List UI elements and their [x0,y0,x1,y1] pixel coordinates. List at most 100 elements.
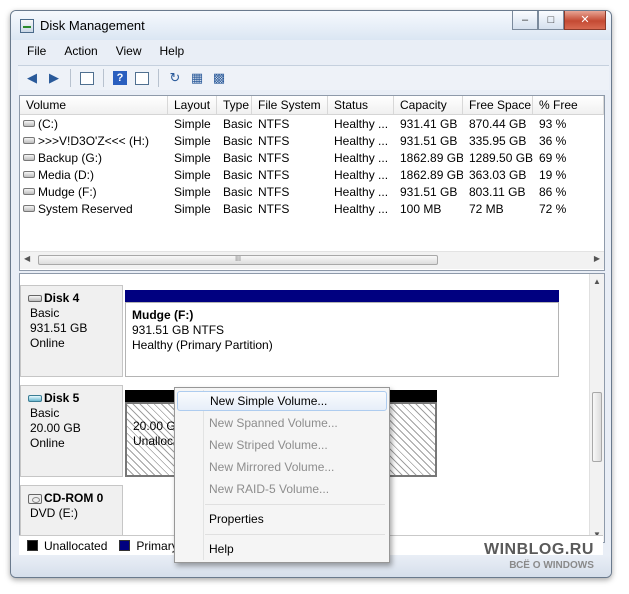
status-cell: Healthy ... [334,133,389,148]
refresh-icon[interactable]: ↻ [166,69,184,87]
disk-name: Disk 4 [44,291,80,305]
percent-free-cell: 36 % [539,133,567,148]
unallocated-swatch [27,540,38,551]
watermark: WINBLOG.RU ВСЁ О WINDOWS [484,542,594,574]
menu-help[interactable]: Help [151,42,194,62]
properties-icon[interactable]: ▦ [188,69,206,87]
menu-item-new-mirrored-volume[interactable]: New Mirrored Volume... [177,457,387,477]
status-cell: Healthy ... [334,167,389,182]
disk-name: CD-ROM 0 [44,491,104,505]
close-button[interactable]: ✕ [564,11,606,30]
menu-item-new-striped-volume[interactable]: New Striped Volume... [177,435,387,455]
percent-free-cell: 72 % [539,201,567,216]
disk-management-icon [20,19,34,33]
toolbar-separator [158,69,159,87]
volume-name: Media (D:) [38,167,95,182]
settings-icon[interactable]: ▩ [210,69,228,87]
type-cell: Basic [223,167,252,182]
menu-item-help[interactable]: Help [177,539,387,559]
disk-size: 931.51 GB [30,321,88,335]
back-icon[interactable]: ◀ [23,69,41,87]
menu-action[interactable]: Action [55,42,106,62]
drive-icon [23,171,35,178]
column-header-capacity[interactable]: Capacity [394,96,463,114]
disk-info-panel[interactable]: Disk 5 Basic 20.00 GB Online [20,385,123,477]
menu-file[interactable]: File [18,42,55,62]
layout-cell: Simple [174,150,211,165]
layout-cell: Simple [174,133,211,148]
capacity-cell: 1862.89 GB [400,167,463,182]
file-system-cell: NTFS [258,167,290,182]
toolbar: ◀ ▶ ? ↻ ▦ ▩ [18,65,609,90]
layout-cell: Simple [174,184,211,199]
free-space-cell: 363.03 GB [469,167,527,182]
volume-name: (C:) [38,116,58,131]
vertical-scroll-thumb[interactable] [592,392,602,462]
column-header-percent-free[interactable]: % Free [533,96,604,114]
column-header-file-system[interactable]: File System [252,96,328,114]
help-icon[interactable]: ? [111,69,129,87]
properties-pane-icon[interactable] [133,69,151,87]
type-cell: Basic [223,116,252,131]
table-row[interactable]: (C:) Simple Basic NTFS Healthy ... 931.4… [20,115,604,132]
percent-free-cell: 69 % [539,150,567,165]
disk-drive: DVD (E:) [30,506,78,520]
toolbar-separator [103,69,104,87]
table-row[interactable]: >>>V!D3O'Z<<< (H:) Simple Basic NTFS Hea… [20,132,604,149]
percent-free-cell: 93 % [539,116,567,131]
file-system-cell: NTFS [258,201,290,216]
status-cell: Healthy ... [334,150,389,165]
partition-name: Mudge (F:) [132,308,194,322]
disk-icon [28,395,42,402]
column-header-type[interactable]: Type [217,96,252,114]
menu-view[interactable]: View [107,42,151,62]
volume-name: >>>V!D3O'Z<<< (H:) [38,133,150,148]
table-row[interactable]: Mudge (F:) Simple Basic NTFS Healthy ...… [20,183,604,200]
horizontal-scrollbar[interactable]: ◀ III ▶ [20,251,604,269]
file-system-cell: NTFS [258,133,290,148]
scroll-up-icon[interactable]: ▲ [593,277,601,286]
scroll-left-icon[interactable]: ◀ [24,254,30,263]
table-row[interactable]: Media (D:) Simple Basic NTFS Healthy ...… [20,166,604,183]
free-space-cell: 870.44 GB [469,116,527,131]
minimize-button[interactable]: – [512,11,538,30]
title-bar[interactable]: Disk Management – □ ✕ [11,11,611,40]
free-space-cell: 335.95 GB [469,133,527,148]
disk-info-panel[interactable]: Disk 4 Basic 931.51 GB Online [20,285,123,377]
menu-item-new-raid5-volume[interactable]: New RAID-5 Volume... [177,479,387,499]
horizontal-scroll-thumb[interactable]: III [38,255,438,265]
console-tree-icon[interactable] [78,69,96,87]
table-row[interactable]: Backup (G:) Simple Basic NTFS Healthy ..… [20,149,604,166]
layout-cell: Simple [174,116,211,131]
partition-mudge[interactable]: Mudge (F:) 931.51 GB NTFS Healthy (Prima… [125,302,559,377]
file-system-cell: NTFS [258,150,290,165]
context-menu: New Simple Volume... New Spanned Volume.… [174,387,390,563]
disk-row: Disk 4 Basic 931.51 GB Online Mudge (F:)… [20,285,590,377]
column-header-free-space[interactable]: Free Space [463,96,533,114]
menu-item-new-spanned-volume[interactable]: New Spanned Volume... [177,413,387,433]
toolbar-separator [70,69,71,87]
menu-separator [205,504,385,505]
drive-icon [23,205,35,212]
scroll-right-icon[interactable]: ▶ [594,254,600,263]
legend-unallocated: Unallocated [44,538,108,553]
table-row[interactable]: System Reserved Simple Basic NTFS Health… [20,200,604,217]
column-header-layout[interactable]: Layout [168,96,217,114]
free-space-cell: 803.11 GB [469,184,526,199]
vertical-scrollbar[interactable]: ▲ ▼ [589,274,604,542]
drive-icon [23,120,35,127]
column-header-status[interactable]: Status [328,96,394,114]
menu-item-properties[interactable]: Properties [177,509,387,529]
maximize-button[interactable]: □ [538,11,564,30]
forward-icon[interactable]: ▶ [45,69,63,87]
primary-partition-bar [125,290,559,302]
disk-icon [28,295,42,302]
type-cell: Basic [223,201,252,216]
menu-item-new-simple-volume[interactable]: New Simple Volume... [177,391,387,411]
type-cell: Basic [223,133,252,148]
free-space-cell: 1289.50 GB [469,150,533,165]
type-cell: Basic [223,150,252,165]
column-header-volume[interactable]: Volume [20,96,168,114]
volume-name: System Reserved [38,201,133,216]
volume-rows: (C:) Simple Basic NTFS Healthy ... 931.4… [20,115,604,217]
